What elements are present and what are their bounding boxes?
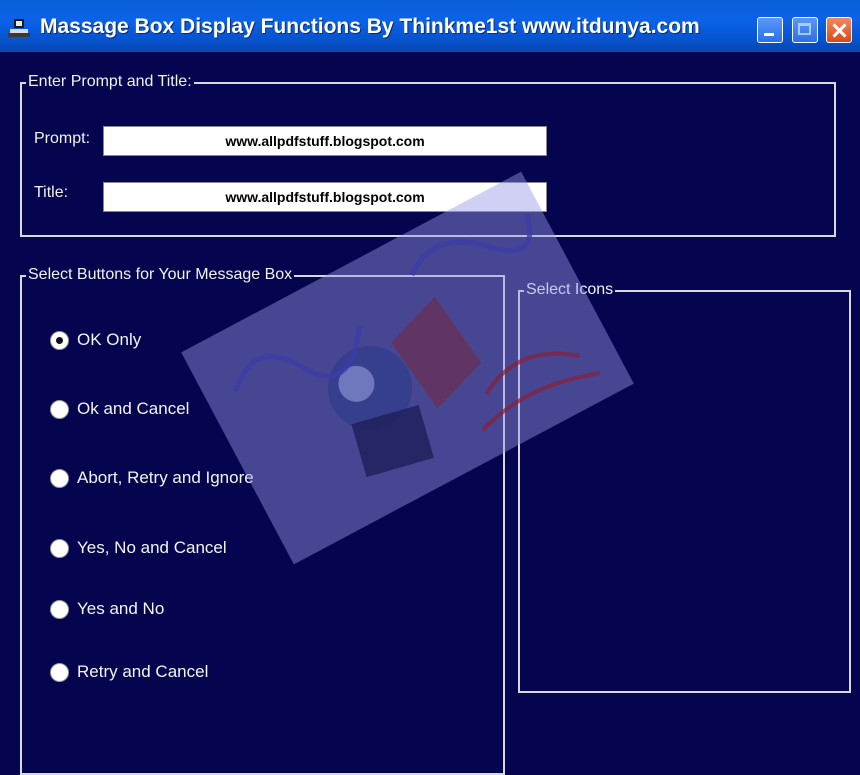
radio-label: Yes, No and Cancel xyxy=(77,538,227,557)
radio-retry-cancel[interactable]: Retry and Cancel xyxy=(50,659,208,685)
app-icon xyxy=(8,19,30,37)
radio-ok-only[interactable]: OK Only xyxy=(50,327,141,353)
radio-label: Retry and Cancel xyxy=(77,662,209,681)
radio-label: OK Only xyxy=(77,330,142,349)
radio-icon[interactable] xyxy=(50,662,69,682)
title-label: Title: xyxy=(34,184,69,201)
radio-selected-icon[interactable] xyxy=(50,330,69,350)
radio-ok-cancel[interactable]: Ok and Cancel xyxy=(50,396,189,422)
radio-label: Abort, Retry and Ignore xyxy=(77,468,254,487)
window-title: Massage Box Display Functions By Thinkme… xyxy=(40,15,700,38)
prompt-title-group: Enter Prompt and Title: xyxy=(20,73,836,237)
maximize-button[interactable] xyxy=(792,17,818,43)
radio-yes-no-cancel[interactable]: Yes, No and Cancel xyxy=(50,535,227,561)
radio-label: Yes and No xyxy=(77,599,165,618)
radio-icon[interactable] xyxy=(50,468,69,488)
prompt-title-group-legend: Enter Prompt and Title: xyxy=(26,73,194,91)
title-input[interactable] xyxy=(103,182,547,212)
radio-icon[interactable] xyxy=(50,599,69,619)
icons-group: Select Icons xyxy=(518,281,851,693)
radio-icon[interactable] xyxy=(50,538,69,558)
prompt-label: Prompt: xyxy=(34,130,91,147)
close-button[interactable] xyxy=(826,17,852,43)
radio-yes-no[interactable]: Yes and No xyxy=(50,596,164,622)
icons-group-legend: Select Icons xyxy=(524,281,616,299)
buttons-group-legend: Select Buttons for Your Message Box xyxy=(26,266,295,284)
title-bar[interactable]: Massage Box Display Functions By Thinkme… xyxy=(0,0,860,52)
radio-icon[interactable] xyxy=(50,399,69,419)
radio-abort-retry-ignore[interactable]: Abort, Retry and Ignore xyxy=(50,465,254,491)
prompt-input[interactable] xyxy=(103,126,547,156)
radio-label: Ok and Cancel xyxy=(77,399,190,418)
minimize-button[interactable] xyxy=(757,17,783,43)
